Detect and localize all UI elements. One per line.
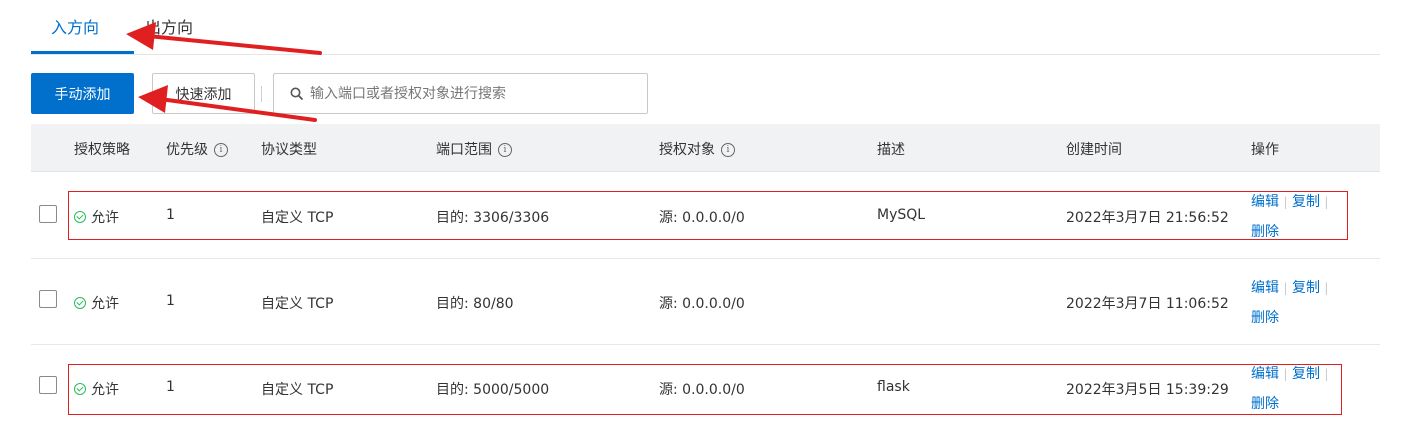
annotation-arrows bbox=[126, 22, 322, 122]
arrow-annotation-icon bbox=[126, 22, 322, 55]
arrow-annotation-icon bbox=[138, 85, 317, 122]
